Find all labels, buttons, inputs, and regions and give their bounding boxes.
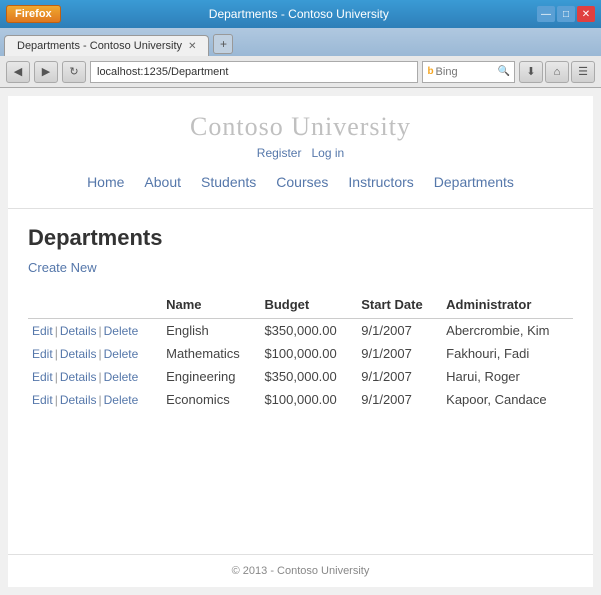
delete-link[interactable]: Delete [104,324,139,338]
row-budget: $100,000.00 [260,342,357,365]
row-administrator: Kapoor, Candace [442,388,573,411]
refresh-button[interactable]: ↻ [62,61,86,83]
row-actions: Edit|Details|Delete [28,365,162,388]
nav-about[interactable]: About [136,172,189,192]
col-startdate: Start Date [357,293,442,319]
window-title: Departments - Contoso University [67,7,531,21]
site-title: Contoso University [8,112,593,142]
table-body: Edit|Details|DeleteEnglish$350,000.009/1… [28,319,573,412]
table-header: Name Budget Start Date Administrator [28,293,573,319]
menu-button[interactable]: ☰ [571,61,595,83]
title-bar: Firefox Departments - Contoso University… [0,0,601,28]
row-budget: $100,000.00 [260,388,357,411]
site-auth: Register Log in [8,146,593,160]
download-button[interactable]: ⬇ [519,61,543,83]
details-link[interactable]: Details [60,370,97,384]
bing-logo: b [427,66,433,77]
row-administrator: Fakhouri, Fadi [442,342,573,365]
search-icon[interactable]: 🔍 [498,66,510,77]
row-name: Engineering [162,365,260,388]
delete-link[interactable]: Delete [104,370,139,384]
tab-label: Departments - Contoso University [17,40,182,52]
address-input[interactable] [90,61,418,83]
departments-table: Name Budget Start Date Administrator Edi… [28,293,573,411]
sep1: | [55,393,58,407]
page-heading: Departments [28,225,573,251]
close-button[interactable]: ✕ [577,6,595,22]
edit-link[interactable]: Edit [32,324,53,338]
row-name: Mathematics [162,342,260,365]
window-controls: — □ ✕ [537,6,595,22]
sep2: | [99,370,102,384]
row-start-date: 9/1/2007 [357,388,442,411]
firefox-button[interactable]: Firefox [6,5,61,23]
col-name: Name [162,293,260,319]
row-administrator: Harui, Roger [442,365,573,388]
sep2: | [99,393,102,407]
search-box[interactable]: b 🔍 [422,61,515,83]
edit-link[interactable]: Edit [32,393,53,407]
row-actions: Edit|Details|Delete [28,342,162,365]
search-input[interactable] [436,66,496,78]
row-administrator: Abercrombie, Kim [442,319,573,343]
details-link[interactable]: Details [60,347,97,361]
back-button[interactable]: ◀ [6,61,30,83]
row-start-date: 9/1/2007 [357,365,442,388]
row-start-date: 9/1/2007 [357,342,442,365]
nav-home[interactable]: Home [79,172,132,192]
table-row: Edit|Details|DeleteEngineering$350,000.0… [28,365,573,388]
edit-link[interactable]: Edit [32,370,53,384]
nav-instructors[interactable]: Instructors [340,172,421,192]
register-link[interactable]: Register [257,146,302,160]
delete-link[interactable]: Delete [104,347,139,361]
row-actions: Edit|Details|Delete [28,388,162,411]
sep2: | [99,324,102,338]
row-budget: $350,000.00 [260,365,357,388]
row-name: Economics [162,388,260,411]
table-row: Edit|Details|DeleteMathematics$100,000.0… [28,342,573,365]
address-bar: ◀ ▶ ↻ b 🔍 ⬇ ⌂ ☰ [0,56,601,88]
tab-close-icon[interactable]: ✕ [188,41,196,52]
col-budget: Budget [260,293,357,319]
row-name: English [162,319,260,343]
delete-link[interactable]: Delete [104,393,139,407]
col-admin: Administrator [442,293,573,319]
details-link[interactable]: Details [60,393,97,407]
sep1: | [55,347,58,361]
forward-button[interactable]: ▶ [34,61,58,83]
details-link[interactable]: Details [60,324,97,338]
minimize-button[interactable]: — [537,6,555,22]
edit-link[interactable]: Edit [32,347,53,361]
page-content: Contoso University Register Log in Home … [8,96,593,587]
nav-courses[interactable]: Courses [268,172,336,192]
row-actions: Edit|Details|Delete [28,319,162,343]
table-row: Edit|Details|DeleteEnglish$350,000.009/1… [28,319,573,343]
page-area: Contoso University Register Log in Home … [0,88,601,595]
col-actions [28,293,162,319]
toolbar-buttons: ⬇ ⌂ ☰ [519,61,595,83]
sep1: | [55,324,58,338]
site-footer: © 2013 - Contoso University [8,554,593,587]
nav-students[interactable]: Students [193,172,264,192]
row-budget: $350,000.00 [260,319,357,343]
sep2: | [99,347,102,361]
main-content: Departments Create New Name Budget Start… [8,209,593,554]
table-row: Edit|Details|DeleteEconomics$100,000.009… [28,388,573,411]
sep1: | [55,370,58,384]
create-new-link[interactable]: Create New [28,260,97,275]
active-tab[interactable]: Departments - Contoso University ✕ [4,35,209,56]
nav-departments[interactable]: Departments [426,172,522,192]
new-tab-button[interactable]: + [213,34,233,54]
site-header: Contoso University Register Log in Home … [8,96,593,209]
login-link[interactable]: Log in [312,146,345,160]
footer-text: © 2013 - Contoso University [232,565,370,577]
maximize-button[interactable]: □ [557,6,575,22]
tab-bar: Departments - Contoso University ✕ + [0,28,601,56]
window-chrome: Firefox Departments - Contoso University… [0,0,601,595]
home-button[interactable]: ⌂ [545,61,569,83]
site-nav: Home About Students Courses Instructors … [8,164,593,200]
row-start-date: 9/1/2007 [357,319,442,343]
